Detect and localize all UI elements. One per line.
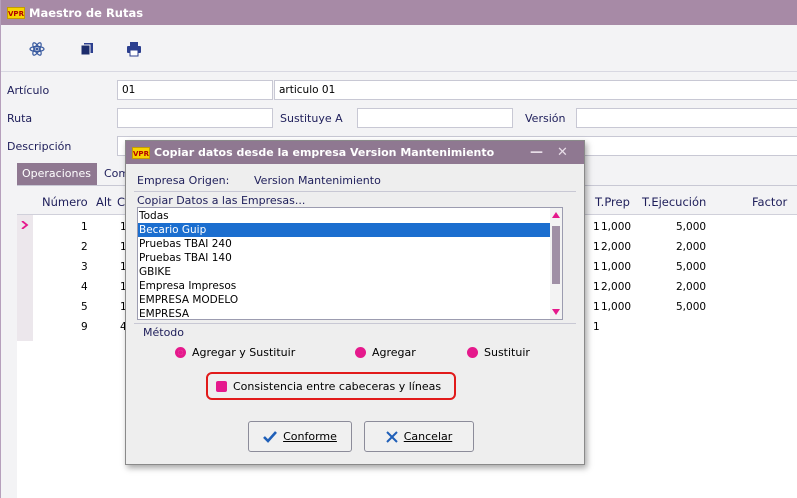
print-icon[interactable] <box>124 39 144 59</box>
list-item[interactable]: EMPRESA <box>138 307 561 319</box>
version-label: Versión <box>525 112 566 125</box>
cell-m: 1 <box>593 301 600 313</box>
cell-tejecucion: 5,000 <box>676 261 707 273</box>
ruta-row: Ruta Sustituye A Versión <box>1 106 797 130</box>
cell-tejecucion: 5,000 <box>676 301 707 313</box>
conforme-label: Conforme <box>283 430 337 443</box>
list-item[interactable]: Empresa Impresos <box>138 279 561 293</box>
empresas-listbox[interactable]: Todas Becario Guip Pruebas TBAI 240 Pruebas… <box>137 207 563 320</box>
col-numero[interactable]: Número <box>42 195 88 209</box>
cell-tejecucion: 5,000 <box>676 221 707 233</box>
listbox-scrollbar[interactable] <box>550 208 562 319</box>
col-tprep[interactable]: T.Prep <box>595 195 630 209</box>
ruta-label: Ruta <box>7 112 33 125</box>
col-c[interactable]: C <box>117 195 125 209</box>
list-item[interactable]: Pruebas TBAI 240 <box>138 237 561 251</box>
dialog-titlebar: VPR Copiar datos desde la empresa Versio… <box>126 141 584 164</box>
origen-label: Empresa Origen: <box>137 174 230 187</box>
radio-selected-icon <box>175 347 186 358</box>
list-item[interactable]: Todas <box>138 209 561 223</box>
sustituye-field[interactable] <box>357 108 513 128</box>
cell-m: 1 <box>593 281 600 293</box>
cell-tprep: 1,000 <box>601 221 632 233</box>
radio-agregar-sustituir[interactable]: Agregar y Sustituir <box>175 346 295 359</box>
scroll-down-icon[interactable] <box>552 309 560 315</box>
cell-numero: 5 <box>81 301 88 313</box>
copy-data-dialog: VPR Copiar datos desde la empresa Versio… <box>125 140 585 465</box>
radio-sustituir[interactable]: Sustituir <box>467 346 530 359</box>
cancel-x-icon <box>386 430 398 443</box>
window-title: Maestro de Rutas <box>29 5 144 20</box>
toolbar <box>1 25 797 72</box>
list-item[interactable]: EMPRESA MODELO <box>138 293 561 307</box>
cell-tejecucion: 2,000 <box>676 241 707 253</box>
radio-icon <box>467 347 478 358</box>
radio-icon <box>355 347 366 358</box>
list-item[interactable]: GBIKE <box>138 265 561 279</box>
copy-icon[interactable] <box>77 39 97 59</box>
cell-numero: 2 <box>81 241 88 253</box>
radio-label: Sustituir <box>484 346 530 359</box>
col-tejecucion[interactable]: T.Ejecución <box>642 195 706 209</box>
consistencia-checkbox[interactable]: Consistencia entre cabeceras y líneas <box>216 380 441 393</box>
cancelar-button[interactable]: Cancelar <box>364 421 474 452</box>
tab-operaciones[interactable]: Operaciones <box>17 163 97 185</box>
col-alt[interactable]: Alt <box>96 195 112 209</box>
sustituye-label: Sustituye A <box>280 112 343 125</box>
app-logo: VPR <box>7 6 25 19</box>
divider <box>134 191 576 192</box>
col-factor[interactable]: Factor <box>752 195 787 209</box>
origen-value: Version Mantenimiento <box>254 174 381 187</box>
window-titlebar: VPR Maestro de Rutas <box>1 0 797 25</box>
articulo-label: Artículo <box>7 84 50 97</box>
cell-numero: 1 <box>81 221 88 233</box>
radio-label: Agregar y Sustituir <box>192 346 296 359</box>
cell-tejecucion: 2,000 <box>676 281 707 293</box>
cancelar-label: Cancelar <box>403 430 453 443</box>
articulo-row: Artículo 01 articulo 01 <box>1 78 797 102</box>
metodo-label: Método <box>143 326 185 339</box>
conforme-button[interactable]: Conforme <box>248 421 352 452</box>
dialog-title: Copiar datos desde la empresa Version Ma… <box>154 146 495 159</box>
cell-tprep: 2,000 <box>601 241 632 253</box>
cell-m: 1 <box>593 261 600 273</box>
copiar-label: Copiar Datos a las Empresas... <box>137 194 306 207</box>
cell-numero: 4 <box>81 281 88 293</box>
cell-tprep: 1,000 <box>601 261 632 273</box>
scroll-up-icon[interactable] <box>552 212 560 218</box>
radio-label: Agregar <box>372 346 416 359</box>
current-row-arrow-icon <box>21 221 29 229</box>
checkbox-icon <box>216 381 227 392</box>
list-item[interactable]: Becario Guip <box>138 223 561 237</box>
cell-tprep: 2,000 <box>601 281 632 293</box>
divider <box>134 323 576 324</box>
dialog-logo: VPR <box>132 146 150 159</box>
cell-numero: 9 <box>81 321 88 333</box>
cell-m: 1 <box>593 221 600 233</box>
minimize-button[interactable]: — <box>530 145 543 160</box>
articulo-name-field[interactable]: articulo 01 <box>274 80 797 100</box>
scrollbar-thumb[interactable] <box>552 226 560 284</box>
atom-icon[interactable] <box>27 39 47 59</box>
cell-numero: 3 <box>81 261 88 273</box>
list-item[interactable]: Pruebas TBAI 140 <box>138 251 561 265</box>
ruta-field[interactable] <box>117 108 273 128</box>
checkbox-label: Consistencia entre cabeceras y líneas <box>233 380 442 393</box>
version-field[interactable] <box>576 108 797 128</box>
cell-m: 1 <box>593 241 600 253</box>
descripcion-label: Descripción <box>7 140 72 153</box>
row-indicator-column <box>17 215 33 341</box>
check-icon <box>263 430 278 443</box>
radio-agregar[interactable]: Agregar <box>355 346 416 359</box>
articulo-code-field[interactable]: 01 <box>117 80 273 100</box>
cell-tprep: 1,000 <box>601 301 632 313</box>
cell-m: 1 <box>593 321 600 333</box>
close-button[interactable]: ✕ <box>557 145 568 160</box>
